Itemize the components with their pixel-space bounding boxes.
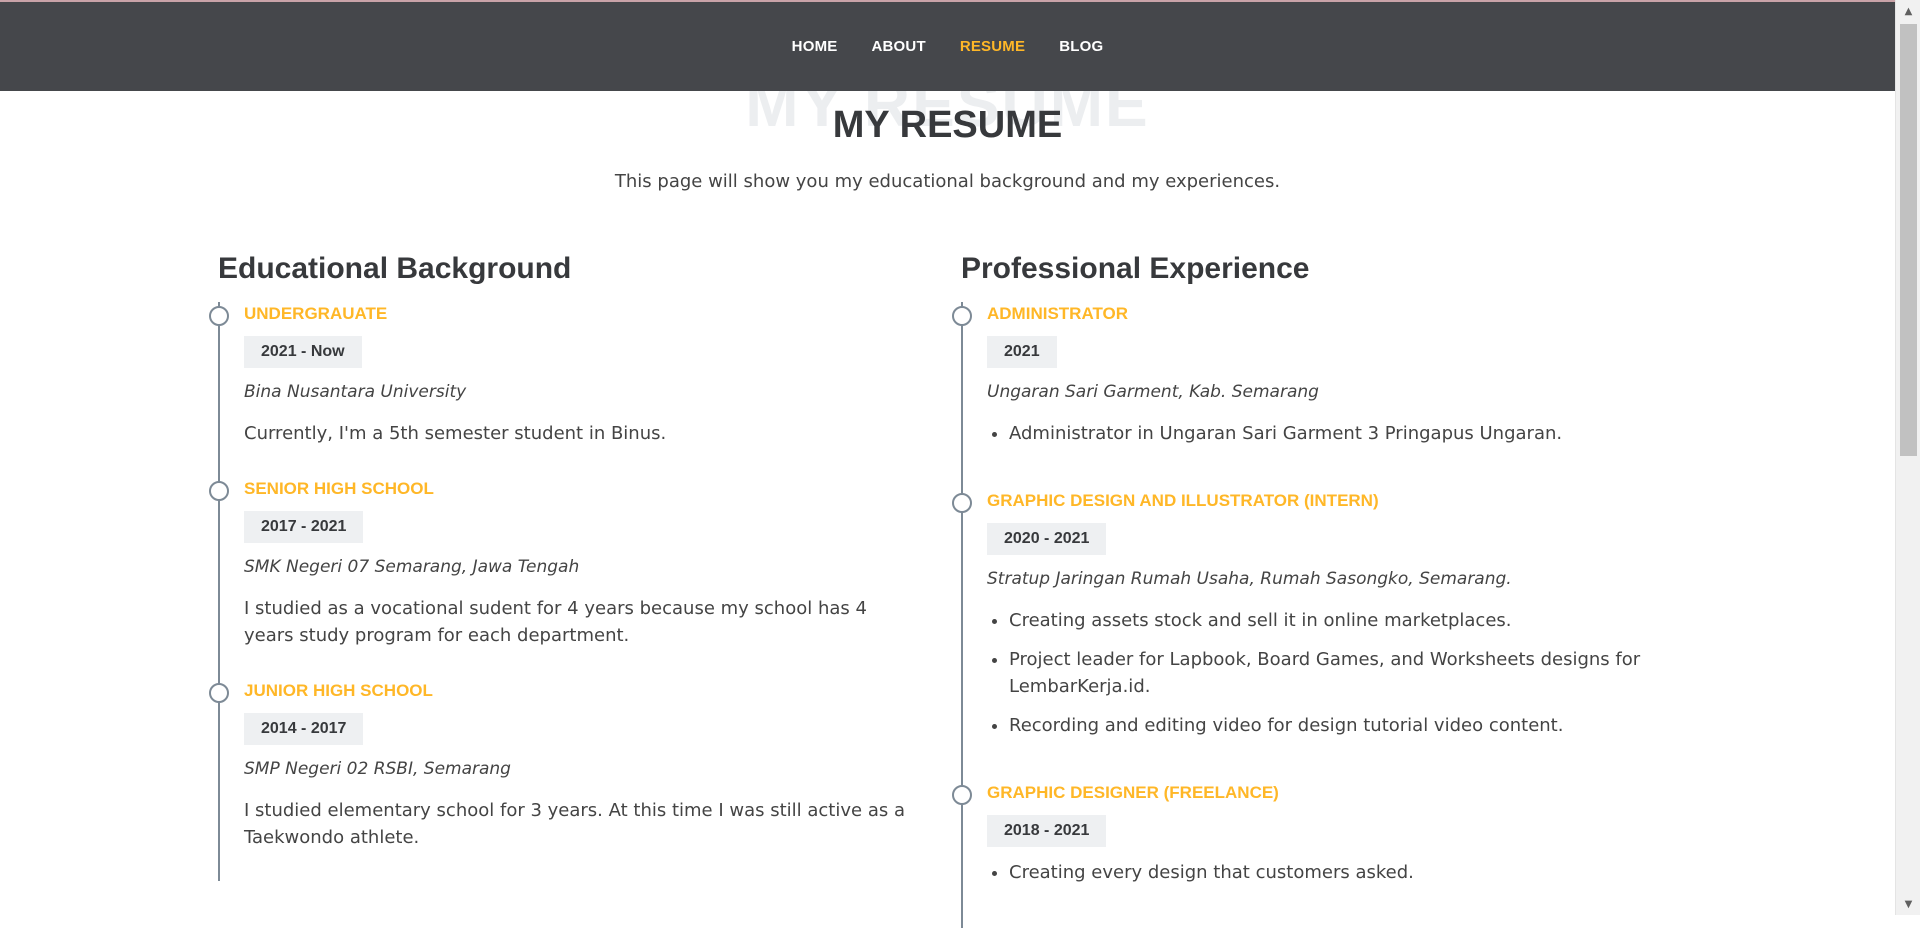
scroll-down-arrow-icon[interactable]: ▼ [1896,895,1920,915]
education-item-org: Bina Nusantara University [244,382,467,402]
page-subtitle: This page will show you my educational b… [614,171,1281,192]
education-item-date: 2017 - 2021 [244,511,364,543]
education-item-date: 2021 - Now [244,336,362,368]
list-item: Recording and editing video for design t… [1009,712,1661,739]
scrollbar-thumb[interactable] [1900,24,1917,456]
page-title: MY RESUME [832,104,1063,146]
experience-item: GRAPHIC DESIGN AND ILLUSTRATOR (INTERN) … [952,489,1661,781]
vertical-scrollbar[interactable]: ▲ ▼ [1895,0,1920,915]
experience-timeline: ADMINISTRATOR 2021 Ungaran Sari Garment,… [952,302,1661,928]
education-item-org: SMK Negeri 07 Semarang, Jawa Tengah [244,557,580,577]
education-item-title: SENIOR HIGH SCHOOL [244,479,434,498]
education-item-desc: I studied elementary school for 3 years.… [244,800,905,848]
list-item: Creating every design that customers ask… [1009,859,1661,886]
education-timeline: UNDERGRAUATE 2021 - Now Bina Nusantara U… [209,302,918,881]
experience-item: ADMINISTRATOR 2021 Ungaran Sari Garment,… [952,302,1661,489]
list-item: Creating assets stock and sell it in onl… [1009,607,1661,634]
experience-item-org: Stratup Jaringan Rumah Usaha, Rumah Saso… [987,569,1512,589]
experience-item-org: Ungaran Sari Garment, Kab. Semarang [987,382,1319,402]
education-item: SENIOR HIGH SCHOOL 2017 - 2021 SMK Neger… [209,477,918,679]
experience-item-bullets: Administrator in Ungaran Sari Garment 3 … [987,420,1661,447]
education-column: Educational Background UNDERGRAUATE 2021… [209,250,918,881]
experience-item-title: ADMINISTRATOR [987,304,1129,323]
education-item: JUNIOR HIGH SCHOOL 2014 - 2017 SMP Neger… [209,679,918,881]
experience-item-date: 2018 - 2021 [987,815,1107,847]
nav-resume-link[interactable]: RESUME [960,38,1025,55]
nav-home-link[interactable]: HOME [792,38,838,55]
nav-about-link[interactable]: ABOUT [871,38,925,55]
list-item: Project leader for Lapbook, Board Games,… [1009,646,1661,700]
experience-item-date: 2021 [987,336,1057,368]
experience-item-title: GRAPHIC DESIGNER (FREELANCE) [987,783,1279,802]
nav-blog-link[interactable]: BLOG [1059,38,1103,55]
education-item: UNDERGRAUATE 2021 - Now Bina Nusantara U… [209,302,918,477]
nav-menu: HOME ABOUT RESUME BLOG [0,2,1895,91]
experience-item-date: 2020 - 2021 [987,523,1107,555]
education-heading: Educational Background [218,252,572,285]
experience-item-bullets: Creating assets stock and sell it in onl… [987,607,1661,739]
education-item-org: SMP Negeri 02 RSBI, Semarang [244,759,511,779]
education-item-date: 2014 - 2017 [244,713,364,745]
education-item-title: UNDERGRAUATE [244,304,388,323]
experience-item: GRAPHIC DESIGNER (FREELANCE) 2018 - 2021… [952,781,1661,928]
experience-item-title: GRAPHIC DESIGN AND ILLUSTRATOR (INTERN) [987,491,1379,510]
top-navbar: HOME ABOUT RESUME BLOG [0,2,1895,91]
experience-heading: Professional Experience [961,252,1310,285]
list-item: Administrator in Ungaran Sari Garment 3 … [1009,420,1661,447]
education-item-desc: I studied as a vocational sudent for 4 y… [244,598,867,646]
experience-item-bullets: Creating every design that customers ask… [987,859,1661,886]
education-item-desc: Currently, I'm a 5th semester student in… [244,423,667,444]
education-item-title: JUNIOR HIGH SCHOOL [244,681,433,700]
scroll-up-arrow-icon[interactable]: ▲ [1896,2,1920,22]
experience-column: Professional Experience ADMINISTRATOR 20… [952,250,1661,928]
